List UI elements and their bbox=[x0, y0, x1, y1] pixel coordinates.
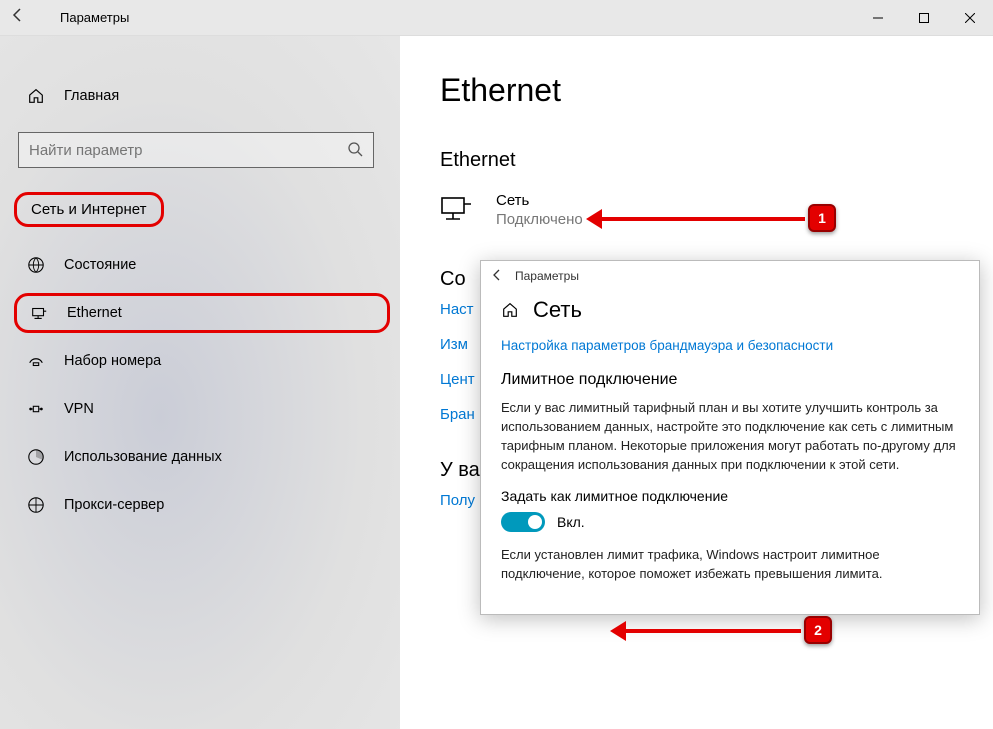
window-title: Параметры bbox=[36, 10, 129, 25]
sidebar-item-label: VPN bbox=[64, 401, 94, 417]
network-icon bbox=[440, 192, 474, 224]
sidebar-home-label: Главная bbox=[64, 88, 119, 104]
maximize-button[interactable] bbox=[901, 0, 947, 36]
globe-icon bbox=[26, 256, 46, 274]
sidebar-item-ethernet[interactable]: Ethernet bbox=[14, 293, 390, 333]
metered-heading: Лимитное подключение bbox=[501, 371, 959, 389]
dialup-icon bbox=[26, 352, 46, 370]
firewall-link[interactable]: Настройка параметров брандмауэра и безоп… bbox=[501, 338, 833, 353]
section-heading: Ethernet bbox=[440, 149, 953, 172]
minimize-button[interactable] bbox=[855, 0, 901, 36]
search-input[interactable] bbox=[29, 142, 347, 159]
annotation-arrow-2 bbox=[614, 629, 801, 633]
search-icon bbox=[347, 141, 363, 160]
annotation-badge-2: 2 bbox=[804, 616, 832, 644]
toggle-state-label: Вкл. bbox=[557, 514, 585, 530]
popup-heading: Сеть bbox=[533, 297, 582, 323]
popup-titlebar: Параметры bbox=[481, 261, 979, 291]
page-title: Ethernet bbox=[440, 72, 953, 109]
popup-back-button[interactable] bbox=[491, 269, 515, 284]
sidebar-item-data-usage[interactable]: Использование данных bbox=[14, 437, 390, 477]
sidebar-item-label: Прокси-сервер bbox=[64, 497, 164, 513]
sidebar: Главная Сеть и Интернет Состояние bbox=[0, 36, 400, 729]
network-name: Сеть bbox=[496, 192, 583, 209]
network-settings-popup: Параметры Сеть Настройка параметров бран… bbox=[480, 260, 980, 615]
sidebar-section-header: Сеть и Интернет bbox=[14, 192, 164, 227]
popup-title: Параметры bbox=[515, 269, 579, 283]
sidebar-item-label: Использование данных bbox=[64, 449, 222, 465]
network-status: Подключено bbox=[496, 211, 583, 228]
limit-note: Если установлен лимит трафика, Windows н… bbox=[501, 546, 959, 584]
metered-toggle[interactable] bbox=[501, 512, 545, 532]
sidebar-item-dialup[interactable]: Набор номера bbox=[14, 341, 390, 381]
annotation-badge-1: 1 bbox=[808, 204, 836, 232]
sidebar-item-label: Состояние bbox=[64, 257, 136, 273]
home-icon bbox=[501, 301, 519, 319]
metered-description: Если у вас лимитный тарифный план и вы х… bbox=[501, 399, 959, 474]
sidebar-home[interactable]: Главная bbox=[14, 76, 390, 116]
close-button[interactable] bbox=[947, 0, 993, 36]
sidebar-item-status[interactable]: Состояние bbox=[14, 245, 390, 285]
vpn-icon bbox=[26, 400, 46, 418]
network-entry[interactable]: Сеть Подключено bbox=[440, 192, 953, 228]
search-box[interactable] bbox=[18, 132, 374, 168]
sidebar-item-label: Ethernet bbox=[67, 305, 122, 321]
annotation-arrow-1 bbox=[590, 217, 805, 221]
back-button[interactable] bbox=[0, 8, 36, 27]
sidebar-item-proxy[interactable]: Прокси-сервер bbox=[14, 485, 390, 525]
sidebar-item-vpn[interactable]: VPN bbox=[14, 389, 390, 429]
ethernet-icon bbox=[29, 304, 49, 322]
sidebar-item-label: Набор номера bbox=[64, 353, 161, 369]
home-icon bbox=[26, 87, 46, 105]
proxy-icon bbox=[26, 496, 46, 514]
data-usage-icon bbox=[26, 448, 46, 466]
toggle-caption: Задать как лимитное подключение bbox=[501, 488, 959, 504]
titlebar: Параметры bbox=[0, 0, 993, 36]
